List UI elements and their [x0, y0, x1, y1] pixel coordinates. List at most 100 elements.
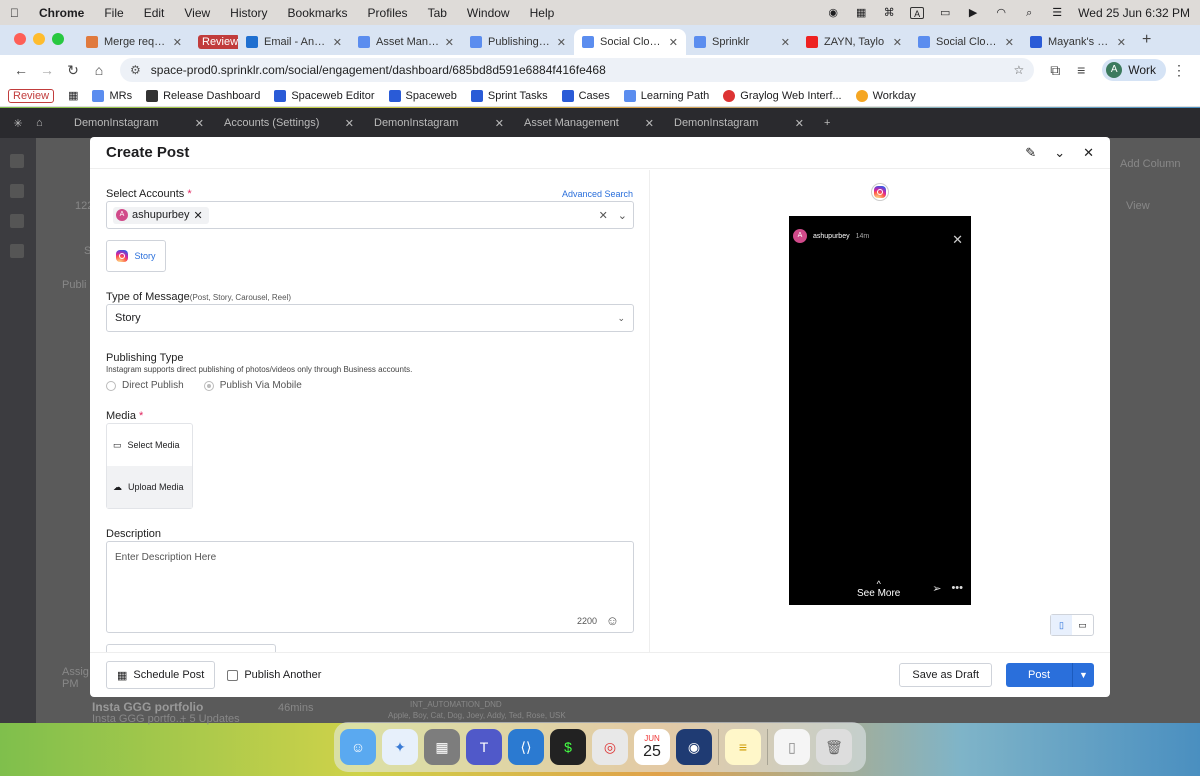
minimize-icon[interactable]: ⌄	[1054, 145, 1065, 161]
zoom-window-icon[interactable]	[52, 33, 64, 45]
tab-mayanks-release[interactable]: Mayank's Relea✕	[1022, 29, 1134, 55]
link-icon[interactable]: ⌘	[882, 7, 896, 19]
battery-icon[interactable]: ▭	[938, 7, 952, 19]
bookmark-star-icon[interactable]: ☆	[1013, 63, 1024, 77]
play-icon[interactable]: ▶	[966, 7, 980, 19]
app-tab-3[interactable]: DemonInstagram ✕	[364, 117, 514, 130]
wifi-icon[interactable]: ◠	[994, 7, 1008, 19]
chrome-icon[interactable]: ◎	[592, 729, 628, 765]
menu-profiles[interactable]: Profiles	[368, 6, 408, 20]
calendar-app-icon[interactable]: JUN 25	[634, 729, 670, 765]
home-icon[interactable]: ⌂	[36, 117, 64, 129]
minimize-window-icon[interactable]	[33, 33, 45, 45]
story-channel-card[interactable]: Story	[106, 240, 166, 272]
close-modal-icon[interactable]: ✕	[1083, 145, 1094, 161]
bookmark-graylog[interactable]: Graylog Web Interf...	[723, 89, 842, 102]
close-icon[interactable]: ✕	[195, 117, 204, 130]
search-icon[interactable]: ⌕	[1022, 7, 1036, 19]
trash-icon[interactable]: 🗑	[816, 729, 852, 765]
tab-social-cloud-active[interactable]: Social Cloud / E✕	[574, 29, 686, 55]
launchpad-icon[interactable]: ▦	[424, 729, 460, 765]
tab-merge-requests[interactable]: Merge requests✕	[78, 29, 190, 55]
bookmark-spaceweb-editor[interactable]: Spaceweb Editor	[274, 89, 375, 102]
schedule-post-button[interactable]: ▦ Schedule Post	[106, 661, 216, 689]
tab-publishing-sev0[interactable]: Publishing Sev0✕	[462, 29, 574, 55]
menu-file[interactable]: File	[104, 6, 123, 20]
remove-account-icon[interactable]: ✕	[194, 209, 203, 222]
forward-icon[interactable]: →	[34, 62, 60, 78]
tab-review[interactable]: Review	[190, 29, 238, 55]
post-button[interactable]: Post	[1006, 663, 1072, 687]
radio-direct-publish[interactable]: Direct Publish	[106, 380, 184, 391]
close-icon[interactable]: ✕	[173, 36, 182, 49]
teams-icon[interactable]: T	[466, 729, 502, 765]
add-tab-icon[interactable]: +	[824, 117, 830, 129]
description-textarea[interactable]: Enter Description Here 2200 ☺	[106, 541, 634, 633]
next-field-partial[interactable]	[106, 644, 276, 652]
close-icon[interactable]: ✕	[645, 117, 654, 130]
upload-media-button[interactable]: ☁ Upload Media	[107, 466, 192, 508]
menu-clock[interactable]: Wed 25 Jun 6:32 PM	[1078, 6, 1190, 20]
sidebar-item-icon[interactable]	[10, 154, 24, 168]
profile-button[interactable]: A Work	[1102, 59, 1166, 81]
menu-history[interactable]: History	[230, 6, 267, 20]
apple-icon[interactable]: 	[10, 6, 19, 20]
bookmark-spaceweb[interactable]: Spaceweb	[388, 89, 457, 102]
control-center-icon[interactable]: ☰	[1050, 7, 1064, 19]
desktop-view-icon[interactable]: ▭	[1072, 615, 1093, 635]
teams-status-icon[interactable]: ▦	[854, 7, 868, 19]
close-icon[interactable]: ✕	[781, 36, 790, 49]
sidebar-item-icon[interactable]	[10, 214, 24, 228]
preview-network-icon[interactable]	[871, 183, 889, 201]
pin-icon[interactable]: ✎	[1025, 145, 1036, 161]
site-info-icon[interactable]: ⚙	[130, 63, 141, 77]
tab-email[interactable]: Email - Anand N✕	[238, 29, 350, 55]
more-menu-icon[interactable]: ⋮	[1166, 62, 1192, 79]
close-icon[interactable]: ✕	[495, 117, 504, 130]
finder-icon[interactable]: ☺	[340, 729, 376, 765]
address-bar[interactable]: ⚙ space-prod0.sprinklr.com/social/engage…	[120, 58, 1035, 82]
back-icon[interactable]: ←	[8, 62, 34, 78]
close-icon[interactable]: ✕	[893, 36, 902, 49]
menu-app-name[interactable]: Chrome	[39, 6, 84, 20]
accounts-input[interactable]: A ashupurbey ✕ ✕ ⌄	[106, 201, 634, 229]
menu-bookmarks[interactable]: Bookmarks	[288, 6, 348, 20]
bookmark-learning-path[interactable]: Learning Path	[623, 89, 709, 102]
reload-icon[interactable]: ↻	[60, 62, 86, 79]
tab-social-cloud-2[interactable]: Social Cloud / E✕	[910, 29, 1022, 55]
tab-youtube[interactable]: ZAYN, Taylo ✕	[798, 29, 910, 55]
menu-help[interactable]: Help	[530, 6, 555, 20]
bookmark-cases[interactable]: Cases	[561, 89, 610, 102]
status-app-icon[interactable]: ◉	[826, 7, 840, 19]
emoji-icon[interactable]: ☺	[606, 613, 619, 628]
publish-another-checkbox[interactable]: Publish Another	[227, 669, 321, 681]
menu-window[interactable]: Window	[467, 6, 510, 20]
mobile-view-icon[interactable]: ▯	[1051, 615, 1072, 635]
chevron-down-icon[interactable]: ⌄	[618, 209, 627, 222]
close-icon[interactable]: ✕	[795, 117, 804, 130]
sidebar-item-icon[interactable]	[10, 184, 24, 198]
vpn-icon[interactable]: ◉	[676, 729, 712, 765]
vscode-icon[interactable]: ⟨⟩	[508, 729, 544, 765]
app-tab-4[interactable]: Asset Management ✕	[514, 117, 664, 130]
close-icon[interactable]: ✕	[1117, 36, 1126, 49]
reading-list-icon[interactable]: ≡	[1068, 62, 1094, 78]
bookmark-mrs[interactable]: MRs	[92, 89, 132, 102]
clear-icon[interactable]: ✕	[599, 209, 608, 222]
app-tab-2[interactable]: Accounts (Settings) ✕	[214, 117, 364, 130]
menu-edit[interactable]: Edit	[144, 6, 165, 20]
app-tab-5[interactable]: DemonInstagram ✕	[664, 117, 814, 130]
close-icon[interactable]: ✕	[1005, 36, 1014, 49]
home-icon[interactable]: ⌂	[86, 62, 112, 78]
app-tab-1[interactable]: DemonInstagram ✕	[64, 117, 214, 130]
save-as-draft-button[interactable]: Save as Draft	[899, 663, 992, 687]
select-media-button[interactable]: ▭ Select Media	[107, 424, 192, 466]
new-tab-button[interactable]: +	[1134, 31, 1159, 55]
close-icon[interactable]: ✕	[345, 117, 354, 130]
close-window-icon[interactable]	[14, 33, 26, 45]
input-source-icon[interactable]: A	[910, 6, 925, 19]
advanced-search-link[interactable]: Advanced Search	[562, 189, 633, 199]
bookmark-release-dashboard[interactable]: Release Dashboard	[146, 89, 260, 102]
view-button[interactable]: View	[1126, 200, 1150, 212]
tab-asset-manager[interactable]: Asset Manager✕	[350, 29, 462, 55]
